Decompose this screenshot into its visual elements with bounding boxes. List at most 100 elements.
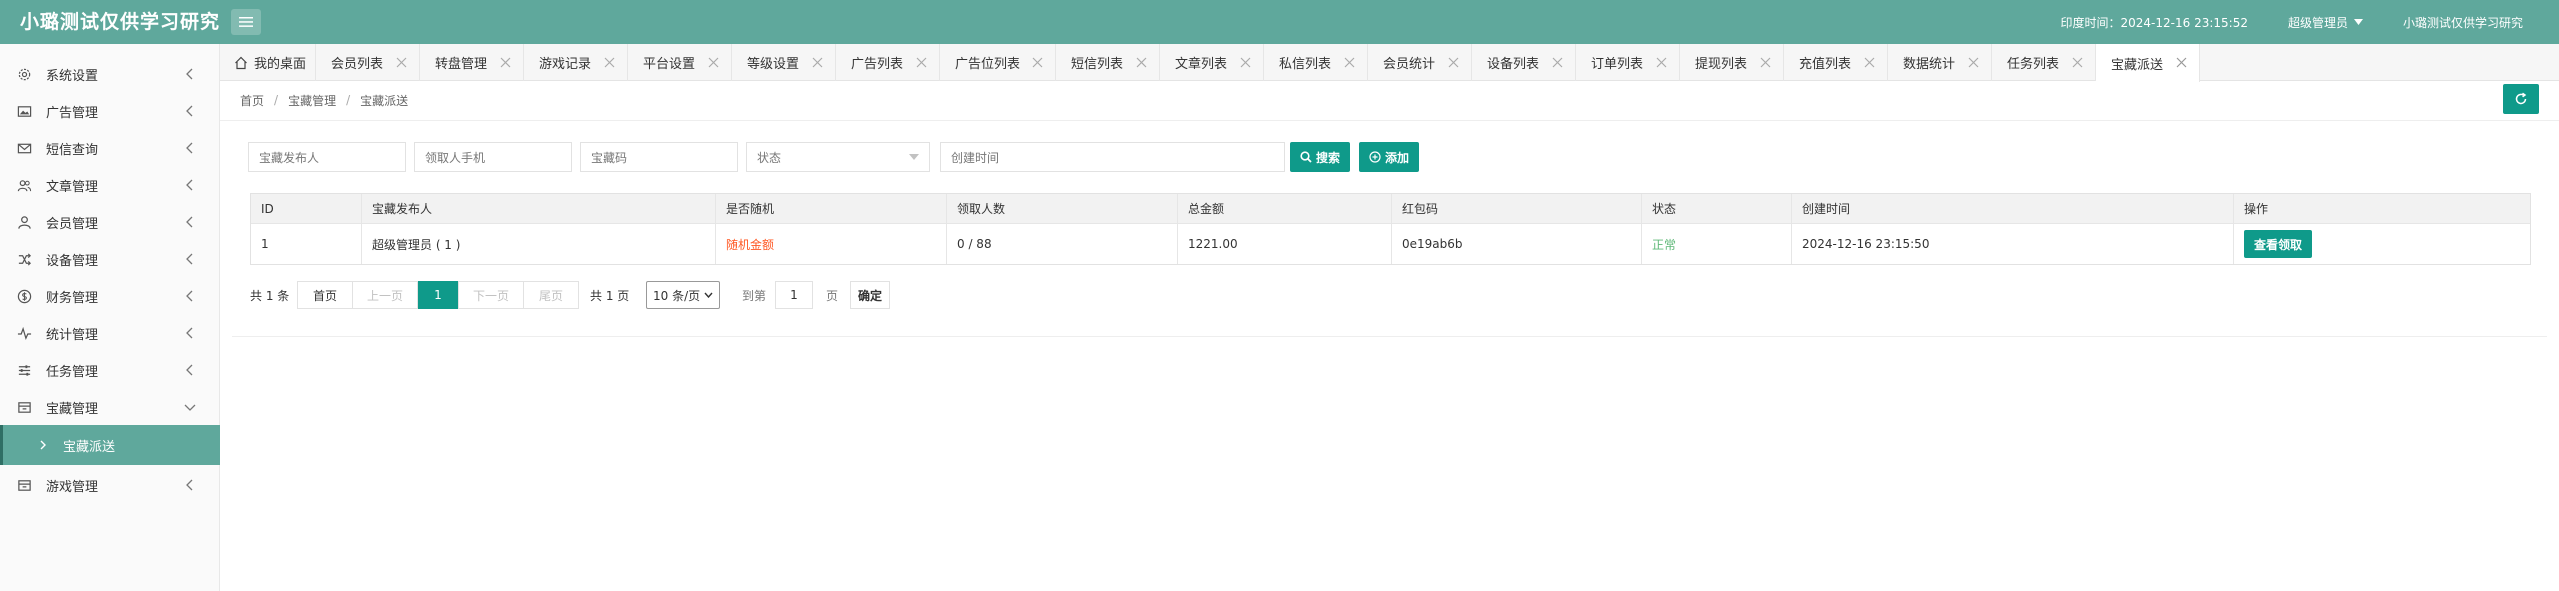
breadcrumb-parent[interactable]: 宝藏管理 bbox=[288, 92, 336, 109]
sidebar-item-label: 系统设置 bbox=[46, 69, 99, 84]
pulse-icon bbox=[17, 326, 32, 340]
close-icon[interactable] bbox=[1760, 57, 1771, 68]
add-button[interactable]: 添加 bbox=[1359, 142, 1419, 172]
tab-level-settings[interactable]: 等级设置 bbox=[732, 44, 836, 81]
caret-down-icon bbox=[2353, 19, 2363, 25]
page-first-button[interactable]: 首页 bbox=[297, 281, 353, 309]
page-next-button[interactable]: 下一页 bbox=[458, 281, 524, 309]
tab-label: 平台设置 bbox=[643, 57, 696, 72]
tab-label: 短信列表 bbox=[1071, 57, 1124, 72]
close-icon[interactable] bbox=[2072, 57, 2083, 68]
chevron-right-icon bbox=[40, 440, 46, 450]
tab-order-list[interactable]: 订单列表 bbox=[1576, 44, 1680, 81]
tab-label: 会员列表 bbox=[331, 57, 384, 72]
tab-label: 私信列表 bbox=[1279, 57, 1332, 72]
tab-label: 订单列表 bbox=[1591, 57, 1644, 72]
sidebar-item-treasure-dispatch[interactable]: 宝藏派送 bbox=[0, 425, 220, 465]
view-claims-button[interactable]: 查看领取 bbox=[2244, 230, 2312, 258]
tab-platform-settings[interactable]: 平台设置 bbox=[628, 44, 732, 81]
status-select[interactable]: 状态 bbox=[746, 142, 930, 172]
created-time-input[interactable]: 创建时间 bbox=[940, 142, 1285, 172]
mail-icon bbox=[17, 143, 32, 154]
breadcrumb-home[interactable]: 首页 bbox=[240, 92, 264, 109]
goto-page-input[interactable]: 1 bbox=[775, 281, 813, 309]
tab-game-records[interactable]: 游戏记录 bbox=[524, 44, 628, 81]
tab-task-list[interactable]: 任务列表 bbox=[1992, 44, 2096, 81]
page-last-button[interactable]: 尾页 bbox=[523, 281, 579, 309]
page-current-button[interactable]: 1 bbox=[418, 281, 458, 309]
close-icon[interactable] bbox=[1448, 57, 1459, 68]
publisher-input[interactable]: 宝藏发布人 bbox=[248, 142, 406, 172]
tab-member-list[interactable]: 会员列表 bbox=[316, 44, 420, 81]
page-prev-button[interactable]: 上一页 bbox=[352, 281, 418, 309]
sidebar-item-articles[interactable]: 文章管理 bbox=[0, 167, 220, 204]
site-name[interactable]: 小璐测试仅供学习研究 bbox=[2403, 14, 2523, 31]
goto-confirm-button[interactable]: 确定 bbox=[850, 281, 890, 309]
sidebar-item-tasks[interactable]: 任务管理 bbox=[0, 352, 220, 389]
sidebar-item-treasure[interactable]: 宝藏管理 bbox=[0, 389, 220, 426]
close-icon[interactable] bbox=[1968, 57, 1979, 68]
treasure-code-input[interactable]: 宝藏码 bbox=[580, 142, 738, 172]
chevron-left-icon bbox=[186, 68, 193, 80]
close-icon[interactable] bbox=[1240, 57, 1251, 68]
tab-withdraw-list[interactable]: 提现列表 bbox=[1680, 44, 1784, 81]
tab-device-list[interactable]: 设备列表 bbox=[1472, 44, 1576, 81]
per-page-select[interactable]: 10 条/页 bbox=[646, 281, 720, 309]
sidebar-item-sms[interactable]: 短信查询 bbox=[0, 130, 220, 167]
sidebar-item-finance[interactable]: 财务管理 bbox=[0, 278, 220, 315]
tab-desktop[interactable]: 我的桌面 bbox=[220, 44, 316, 81]
sidebar: 系统设置 广告管理 短信查询 文章管理 会员管理 设备管理 财务管理 统计管理 bbox=[0, 44, 220, 591]
user-menu[interactable]: 超级管理员 bbox=[2288, 14, 2363, 31]
menu-toggle-button[interactable] bbox=[231, 9, 261, 35]
tab-ad-list[interactable]: 广告列表 bbox=[836, 44, 940, 81]
tab-treasure-dispatch[interactable]: 宝藏派送 bbox=[2096, 44, 2200, 82]
sidebar-item-games[interactable]: 游戏管理 bbox=[0, 467, 220, 504]
search-button[interactable]: 搜索 bbox=[1290, 142, 1350, 172]
sidebar-item-members[interactable]: 会员管理 bbox=[0, 204, 220, 241]
close-icon[interactable] bbox=[812, 57, 823, 68]
tab-data-stats[interactable]: 数据统计 bbox=[1888, 44, 1992, 81]
close-icon[interactable] bbox=[2176, 57, 2187, 68]
tab-ad-slot-list[interactable]: 广告位列表 bbox=[940, 44, 1056, 81]
tab-sms-list[interactable]: 短信列表 bbox=[1056, 44, 1160, 81]
time-value: 2024-12-16 23:15:52 bbox=[2120, 15, 2248, 30]
divider bbox=[232, 336, 2547, 337]
chevron-left-icon bbox=[186, 105, 193, 117]
status-select-value: 状态 bbox=[757, 150, 782, 165]
tab-wheel[interactable]: 转盘管理 bbox=[420, 44, 524, 81]
sidebar-item-statistics[interactable]: 统计管理 bbox=[0, 315, 220, 352]
tab-label: 会员统计 bbox=[1383, 57, 1436, 72]
box-icon bbox=[18, 480, 31, 491]
tab-label: 游戏记录 bbox=[539, 57, 592, 72]
tab-member-stats[interactable]: 会员统计 bbox=[1368, 44, 1472, 81]
breadcrumb-separator: / bbox=[274, 93, 279, 107]
close-icon[interactable] bbox=[1136, 57, 1147, 68]
tab-recharge-list[interactable]: 充值列表 bbox=[1784, 44, 1888, 81]
close-icon[interactable] bbox=[1864, 57, 1875, 68]
close-icon[interactable] bbox=[708, 57, 719, 68]
close-icon[interactable] bbox=[1344, 57, 1355, 68]
shuffle-icon bbox=[18, 253, 31, 266]
close-icon[interactable] bbox=[1552, 57, 1563, 68]
sidebar-item-system[interactable]: 系统设置 bbox=[0, 56, 220, 93]
table-header-cell: 领取人数 bbox=[947, 194, 1178, 223]
refresh-button[interactable] bbox=[2503, 84, 2539, 114]
chevron-left-icon bbox=[186, 290, 193, 302]
cell-id: 1 bbox=[251, 224, 362, 264]
close-icon[interactable] bbox=[500, 57, 511, 68]
close-icon[interactable] bbox=[396, 57, 407, 68]
close-icon[interactable] bbox=[1656, 57, 1667, 68]
sidebar-item-label: 设备管理 bbox=[46, 254, 99, 269]
close-icon[interactable] bbox=[1032, 57, 1043, 68]
close-icon[interactable] bbox=[916, 57, 927, 68]
sidebar-item-ads[interactable]: 广告管理 bbox=[0, 93, 220, 130]
receiver-phone-input[interactable]: 领取人手机 bbox=[414, 142, 572, 172]
tab-label: 设备列表 bbox=[1487, 57, 1540, 72]
cell-total: 1221.00 bbox=[1178, 224, 1392, 264]
close-icon[interactable] bbox=[604, 57, 615, 68]
tab-message-list[interactable]: 私信列表 bbox=[1264, 44, 1368, 81]
tab-label: 等级设置 bbox=[747, 57, 800, 72]
sidebar-item-devices[interactable]: 设备管理 bbox=[0, 241, 220, 278]
tab-article-list[interactable]: 文章列表 bbox=[1160, 44, 1264, 81]
sidebar-item-label: 任务管理 bbox=[46, 365, 99, 380]
